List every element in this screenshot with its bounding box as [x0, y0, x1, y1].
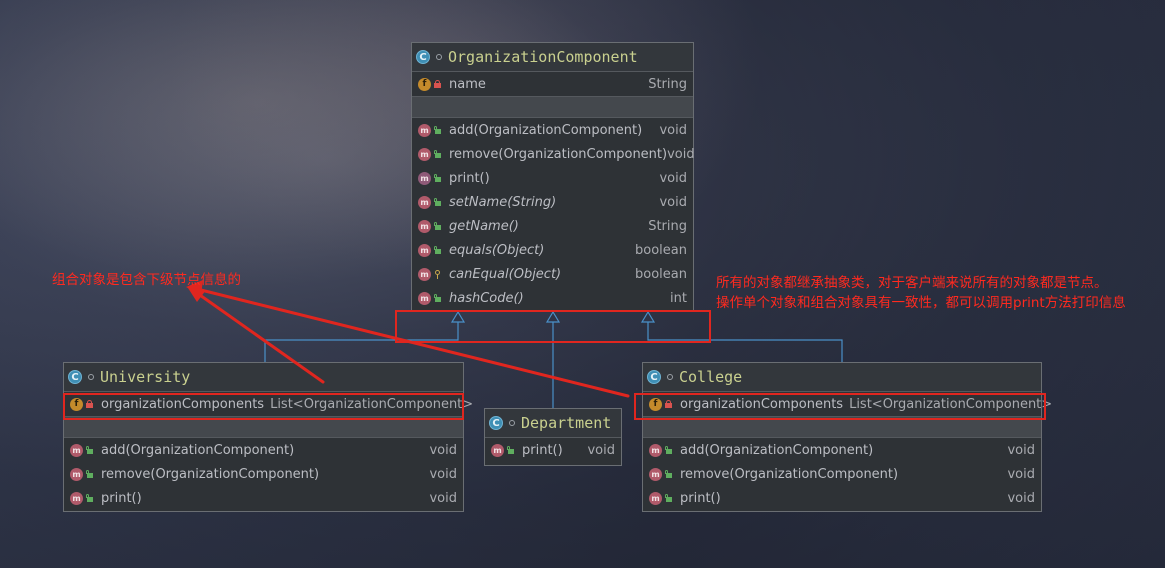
annotation-right-note-line1: 所有的对象都继承抽象类，对于客户端来说所有的对象都是节点。	[716, 275, 1108, 291]
annotation-arrow-from-university	[195, 291, 325, 384]
annotation-right-note-line2: 操作单个对象和组合对象具有一致性，都可以调用print方法打印信息	[716, 295, 1126, 311]
annotation-left-note: 组合对象是包含下级节点信息的	[52, 272, 241, 288]
annotation-arrow-from-college	[195, 287, 630, 398]
